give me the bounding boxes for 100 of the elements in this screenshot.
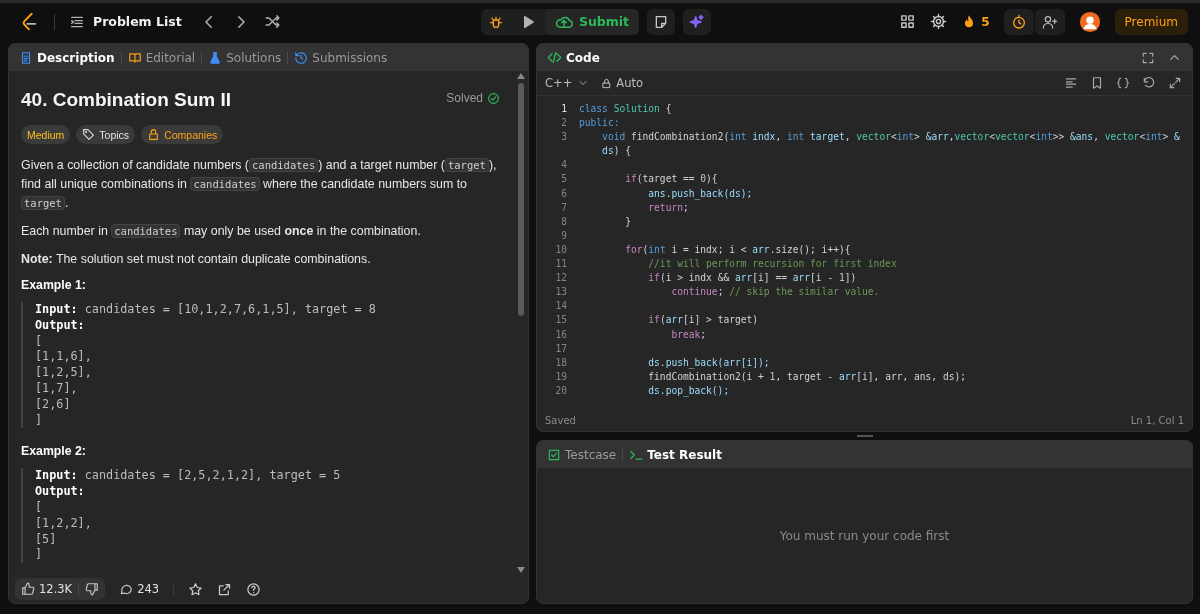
timer-button[interactable] [1003,8,1034,35]
tag-chip[interactable]: Medium [21,125,71,144]
fullscreen-icon[interactable] [1141,50,1155,65]
code-line: if(arr[i] > target) [647,313,759,328]
example-output-line: [1,2,2], [35,515,93,532]
code-line: ds.pop_back(); [647,383,730,398]
line-number: 15 [554,313,567,328]
add-user-button[interactable] [1034,8,1065,35]
star-icon[interactable] [188,581,204,597]
doc-icon [19,50,33,65]
description-paragraph: Note: The solution set must not contain duplicate combinations. [21,251,372,268]
example-output-line: [5] [35,531,58,548]
example-title: Example 2: [21,444,87,459]
timer-icon [1010,13,1027,30]
code-icon [547,50,562,65]
ai-button[interactable] [683,8,711,35]
line-number: 2 [560,116,567,131]
checkbox-icon [547,447,561,462]
comments-button[interactable]: 243 [119,582,160,596]
example-input-text: Input: candidates = [10,1,2,7,6,1,5], target = 8 [35,302,377,318]
line-number: 9 [560,228,567,243]
avatar-icon[interactable] [1078,10,1101,33]
line-number: 13 [554,285,567,300]
line-number: 7 [560,200,567,215]
code-line: public: [579,116,620,131]
note-button[interactable] [647,8,675,35]
cursor-position: Ln 1, Col 1 [1130,414,1184,426]
shuffle-icon[interactable] [263,13,281,30]
description-paragraph: Each number in candidates may only be used once in the combination. [21,223,422,240]
panel-tab[interactable]: Testcase [547,447,617,462]
line-number: 18 [554,355,567,370]
description-paragraph: Given a collection of candidate numbers ( candidates ) and a target number ( target ), find all unique combinations in candidates where the candidate numbers sum to target . [21,157,498,212]
example-output-label: Output: [35,484,86,500]
line-number: 3 [560,130,567,145]
panel-tab[interactable]: Submissions [294,50,388,65]
example-output-line: [1,1,6], [35,349,93,366]
comment-icon [119,582,134,596]
braces-icon[interactable] [1116,76,1130,90]
format-icon[interactable] [1064,76,1078,90]
tag-chip[interactable]: Companies [141,125,224,144]
example-title: Example 1: [21,278,87,292]
save-status: Saved [545,414,576,426]
panel-tab[interactable]: Description [19,50,115,65]
code-line: //it will perform recursion for first index [647,257,897,272]
tag-icon [82,128,96,141]
lock-icon [601,77,613,89]
grid-icon[interactable] [899,13,917,30]
submit-button[interactable]: Submit [544,8,639,35]
thumbs-up-icon [21,582,35,596]
help-icon[interactable] [246,581,262,597]
line-number: 16 [554,327,567,342]
lock-icon [147,128,161,141]
expand-icon[interactable] [1168,76,1182,90]
streak-counter[interactable]: 5 [961,13,990,30]
example-output-line: [ [35,499,44,516]
thumbs-down-icon [85,582,100,596]
panel-tab[interactable]: Solutions [208,50,282,65]
example-output-line: ] [35,547,44,564]
sparkle-icon [689,13,705,30]
note-icon [653,13,669,30]
example-output-label: Output: [35,317,86,334]
share-icon[interactable] [217,581,233,597]
panel-tab[interactable]: Editorial [127,50,196,65]
flask-icon [208,50,223,65]
example-output-line: [1,7], [35,381,79,397]
code-line: ans.push_back(ds); [647,186,753,201]
bookmark-icon[interactable] [1090,76,1104,90]
history-icon [294,50,309,65]
check-circle-icon [487,91,500,105]
code-line: for(int i = indx; i < arr.size(); i++){ [624,242,851,257]
code-line: ds.push_back(arr[i]); [647,355,770,370]
premium-button[interactable]: Premium [1114,8,1188,35]
problem-title: 40. Combination Sum II [21,89,232,111]
line-number: 14 [554,299,567,314]
line-number: 19 [554,369,567,384]
like-button[interactable]: 12.3K [21,582,73,596]
problem-list-button[interactable]: Problem List [69,13,182,30]
line-number: 1 [560,102,567,116]
tag-chip[interactable]: Topics [76,125,136,144]
undo-icon[interactable] [1142,76,1156,90]
solved-status: Solved [446,91,500,105]
panel-tab[interactable]: Test Result [629,447,722,462]
line-number: 6 [560,186,567,201]
code-line: if(target == 0){ [624,172,718,187]
example-input-text: Input: candidates = [2,5,2,1,2], target = 5 [35,468,342,485]
code-line: return; [647,200,689,215]
add-user-icon [1041,13,1058,30]
gear-icon[interactable] [930,13,948,30]
language-select[interactable]: C++ [545,76,590,90]
example-output-line: [1,2,5], [35,365,93,381]
line-number: 5 [560,172,567,187]
example-output-line: [2,6] [35,396,72,413]
dislike-button[interactable] [85,582,100,596]
example-output-line: ] [35,412,44,429]
code-line: break; [670,327,707,342]
empty-result-message: You must run your code first [779,528,950,543]
line-number: 10 [554,242,567,257]
line-number: 11 [554,257,567,272]
line-number: 20 [554,383,567,398]
code-line: void findCombination2(int indx, int target, vector<int> &arr,vector<vector<int>> &ans, vector<int> & ds) { [601,130,1180,159]
